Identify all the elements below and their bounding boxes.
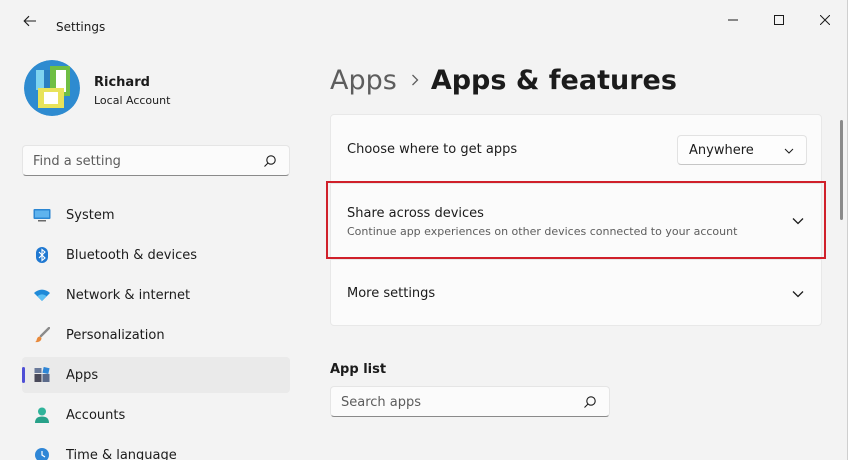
search-icon[interactable] (263, 154, 277, 168)
search-apps-box[interactable] (330, 386, 610, 417)
brush-icon (33, 327, 51, 343)
user-name: Richard (94, 75, 150, 90)
more-settings-setting[interactable]: More settings (330, 259, 822, 326)
chevron-right-icon (411, 74, 419, 86)
sidebar-item-accounts[interactable]: Accounts (22, 397, 290, 433)
sidebar-item-label: Bluetooth & devices (66, 247, 197, 263)
chevron-down-icon (784, 148, 794, 154)
settings-window: Settings Richard Local Account Find a se… (0, 0, 848, 460)
close-button[interactable] (802, 6, 848, 34)
minimize-button[interactable] (710, 6, 756, 34)
sidebar-item-personalization[interactable]: Personalization (22, 317, 290, 353)
sidebar-item-label: Personalization (66, 327, 165, 343)
breadcrumb: Apps Apps & features (330, 60, 677, 100)
sidebar-item-label: Apps (66, 367, 99, 383)
find-setting-input[interactable] (33, 151, 253, 171)
share-title: Share across devices (347, 206, 484, 221)
more-settings-title: More settings (347, 286, 436, 301)
system-icon (33, 207, 51, 223)
search-icon[interactable] (583, 395, 597, 409)
sidebar-nav: System Bluetooth & devices Network & int… (22, 197, 290, 460)
avatar[interactable] (24, 60, 80, 116)
title-bar: Settings (0, 0, 848, 40)
active-indicator (22, 367, 25, 383)
scrollbar[interactable] (840, 120, 843, 220)
chevron-down-icon[interactable] (791, 289, 805, 299)
app-title: Settings (56, 20, 106, 34)
accounts-icon (33, 407, 51, 423)
get-apps-setting: Choose where to get apps Anywhere (330, 114, 822, 182)
bluetooth-icon (33, 247, 51, 263)
sidebar-item-bluetooth[interactable]: Bluetooth & devices (22, 237, 290, 273)
sidebar-item-system[interactable]: System (22, 197, 290, 233)
wifi-icon (33, 287, 51, 303)
close-icon (820, 15, 830, 25)
apps-icon (33, 367, 51, 383)
back-arrow-icon (23, 15, 36, 27)
share-description: Continue app experiences on other device… (347, 225, 738, 238)
search-apps-input[interactable] (341, 392, 573, 412)
maximize-button[interactable] (756, 6, 802, 34)
sidebar-item-label: Accounts (66, 407, 126, 423)
share-across-devices-setting[interactable]: Share across devices Continue app experi… (330, 183, 822, 258)
sidebar-item-label: System (66, 207, 115, 223)
get-apps-dropdown[interactable]: Anywhere (677, 135, 807, 165)
sidebar-item-label: Time & language (66, 447, 177, 460)
page-title: Apps & features (430, 64, 677, 96)
dropdown-value: Anywhere (689, 143, 754, 158)
app-list-heading: App list (330, 362, 387, 377)
user-avatar-icon (24, 60, 80, 116)
sidebar-item-time-language[interactable]: Time & language (22, 437, 290, 460)
get-apps-title: Choose where to get apps (347, 142, 518, 157)
sidebar-item-network[interactable]: Network & internet (22, 277, 290, 313)
sidebar-item-apps[interactable]: Apps (22, 357, 290, 393)
sidebar-item-label: Network & internet (66, 287, 191, 303)
breadcrumb-parent[interactable]: Apps (330, 65, 397, 96)
back-button[interactable] (14, 10, 46, 32)
maximize-icon (774, 15, 784, 25)
minimize-icon (728, 19, 738, 21)
chevron-down-icon[interactable] (791, 216, 805, 226)
account-type: Local Account (94, 94, 171, 107)
find-setting-search[interactable] (22, 145, 290, 176)
time-language-icon (33, 447, 51, 460)
